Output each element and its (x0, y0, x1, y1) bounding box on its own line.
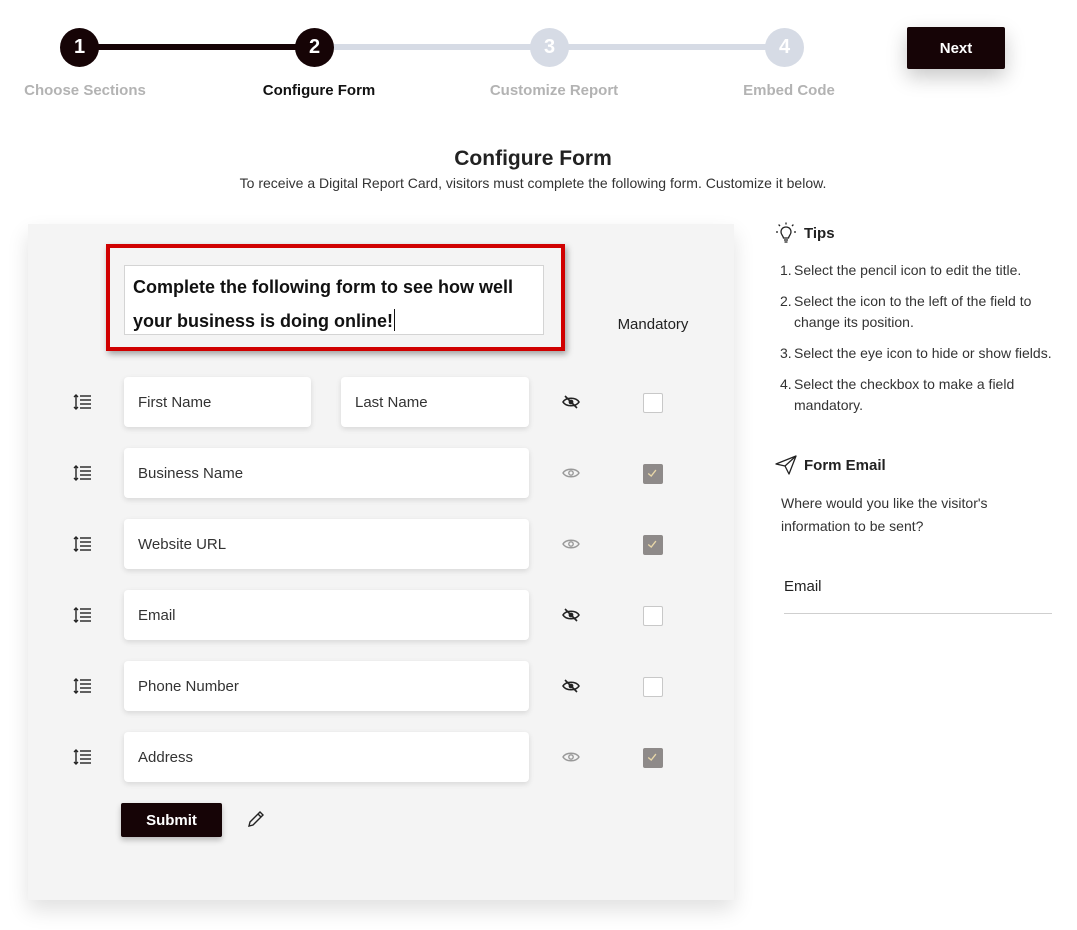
drag-handle-icon[interactable] (72, 463, 92, 483)
step-4-label: Embed Code (743, 82, 835, 99)
checkmark-icon (647, 540, 657, 549)
form-email-title: Form Email (804, 457, 886, 474)
mandatory-column-header: Mandatory (617, 316, 689, 333)
step-4-circle: 4 (765, 28, 804, 67)
drag-handle-icon[interactable] (72, 605, 92, 625)
email-field[interactable]: Email (124, 590, 529, 640)
mandatory-checkbox-website-url[interactable] (643, 535, 663, 555)
mandatory-checkbox-address[interactable] (643, 748, 663, 768)
eye-off-icon[interactable] (562, 395, 580, 409)
tip-item: 4. Select the checkbox to make a field ma… (780, 376, 1015, 413)
step-1-label[interactable]: Choose Sections (0, 82, 185, 99)
form-email-input[interactable]: Email (784, 578, 1052, 614)
website-url-field[interactable]: Website URL (124, 519, 529, 569)
page-title: Configure Form (454, 147, 612, 170)
business-name-field[interactable]: Business Name (124, 448, 529, 498)
form-title-input[interactable]: Complete the following form to see how w… (124, 265, 544, 335)
drag-handle-icon[interactable] (72, 747, 92, 767)
drag-handle-icon[interactable] (72, 392, 92, 412)
last-name-field[interactable]: Last Name (341, 377, 529, 427)
mandatory-checkbox-phone[interactable] (643, 677, 663, 697)
address-field[interactable]: Address (124, 732, 529, 782)
step-connector-1 (80, 44, 315, 50)
tip-item: 1. Select the pencil icon to edit the tit… (780, 262, 1022, 278)
eye-off-icon[interactable] (562, 679, 580, 693)
next-button[interactable]: Next (907, 27, 1005, 69)
checkmark-icon (647, 469, 657, 478)
step-2-label: Configure Form (262, 82, 376, 99)
drag-handle-icon[interactable] (72, 676, 92, 696)
mandatory-checkbox-business-name[interactable] (643, 464, 663, 484)
tip-item: 3. Select the eye icon to hide or show fi… (780, 345, 1052, 361)
step-2-circle[interactable]: 2 (295, 28, 334, 67)
step-3-circle: 3 (530, 28, 569, 67)
step-3-label: Customize Report (489, 82, 619, 99)
mandatory-checkbox-email[interactable] (643, 606, 663, 626)
pencil-icon[interactable] (246, 809, 266, 829)
drag-handle-icon[interactable] (72, 534, 92, 554)
eye-icon[interactable] (562, 466, 580, 480)
eye-icon[interactable] (562, 537, 580, 551)
submit-button[interactable]: Submit (121, 803, 222, 837)
eye-off-icon[interactable] (562, 608, 580, 622)
tips-list: 1. Select the pencil icon to edit the tit… (780, 260, 1065, 426)
first-name-field[interactable]: First Name (124, 377, 311, 427)
paper-plane-icon (775, 455, 797, 475)
mandatory-checkbox-name[interactable] (643, 393, 663, 413)
page-subtitle: To receive a Digital Report Card, visito… (239, 175, 827, 191)
step-1-circle[interactable]: 1 (60, 28, 99, 67)
eye-icon[interactable] (562, 750, 580, 764)
phone-number-field[interactable]: Phone Number (124, 661, 529, 711)
tip-item: 2. Select the icon to the left of the fie… (780, 293, 1032, 330)
text-caret (394, 309, 396, 331)
checkmark-icon (647, 753, 657, 762)
form-email-question: Where would you like the visitor's infor… (781, 495, 988, 534)
tips-title: Tips (804, 225, 835, 242)
lightbulb-icon (776, 222, 796, 243)
